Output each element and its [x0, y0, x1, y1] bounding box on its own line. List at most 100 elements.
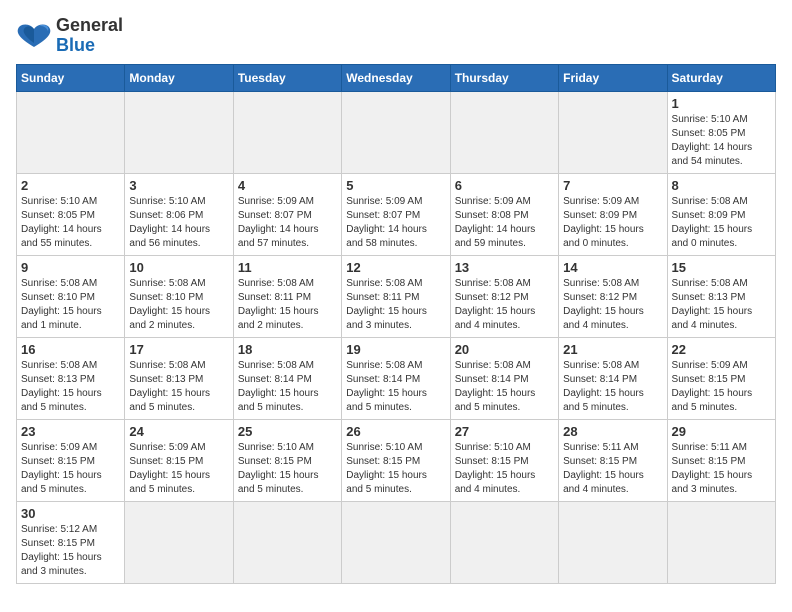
day-number: 10	[129, 260, 228, 275]
day-number: 24	[129, 424, 228, 439]
day-info: Sunrise: 5:12 AMSunset: 8:15 PMDaylight:…	[21, 523, 120, 579]
calendar-day-cell: 14 Sunrise: 5:08 AMSunset: 8:12 PMDayligh…	[559, 255, 667, 337]
day-number: 29	[672, 424, 771, 439]
calendar-header-row: SundayMondayTuesdayWednesdayThursdayFrid…	[17, 64, 776, 91]
calendar-day-cell: 24 Sunrise: 5:09 AMSunset: 8:15 PMDayligh…	[125, 419, 233, 501]
day-number: 8	[672, 178, 771, 193]
day-info: Sunrise: 5:09 AMSunset: 8:15 PMDaylight:…	[21, 441, 120, 497]
calendar-day-cell: 17Sunrise: 5:08 AMSunset: 8:13 PMDayligh…	[125, 337, 233, 419]
calendar-day-cell	[125, 501, 233, 583]
day-info: Sunrise: 5:08 AMSunset: 8:14 PMDaylight:…	[563, 359, 662, 415]
day-number: 30	[21, 506, 120, 521]
calendar-day-cell: 20Sunrise: 5:08 AMSunset: 8:14 PMDayligh…	[450, 337, 558, 419]
calendar-day-cell: 4 Sunrise: 5:09 AMSunset: 8:07 PMDaylight…	[233, 173, 341, 255]
calendar-week-row: 9Sunrise: 5:08 AMSunset: 8:10 PMDaylight…	[17, 255, 776, 337]
day-number: 6	[455, 178, 554, 193]
day-number: 27	[455, 424, 554, 439]
day-of-week-header: Friday	[559, 64, 667, 91]
calendar-day-cell: 9Sunrise: 5:08 AMSunset: 8:10 PMDaylight…	[17, 255, 125, 337]
day-info: Sunrise: 5:09 AMSunset: 8:08 PMDaylight:…	[455, 195, 554, 251]
calendar-day-cell	[342, 501, 450, 583]
calendar-day-cell: 3 Sunrise: 5:10 AMSunset: 8:06 PMDaylight…	[125, 173, 233, 255]
calendar-day-cell: 19 Sunrise: 5:08 AMSunset: 8:14 PMDayligh…	[342, 337, 450, 419]
calendar-day-cell: 21 Sunrise: 5:08 AMSunset: 8:14 PMDayligh…	[559, 337, 667, 419]
calendar-week-row: 16 Sunrise: 5:08 AMSunset: 8:13 PMDayligh…	[17, 337, 776, 419]
day-of-week-header: Thursday	[450, 64, 558, 91]
calendar-table: SundayMondayTuesdayWednesdayThursdayFrid…	[16, 64, 776, 584]
day-number: 5	[346, 178, 445, 193]
calendar-day-cell: 13Sunrise: 5:08 AMSunset: 8:12 PMDayligh…	[450, 255, 558, 337]
day-info: Sunrise: 5:08 AMSunset: 8:10 PMDaylight:…	[129, 277, 228, 333]
day-of-week-header: Saturday	[667, 64, 775, 91]
calendar-day-cell: 26 Sunrise: 5:10 AMSunset: 8:15 PMDayligh…	[342, 419, 450, 501]
day-info: Sunrise: 5:09 AMSunset: 8:15 PMDaylight:…	[672, 359, 771, 415]
day-number: 12	[346, 260, 445, 275]
day-info: Sunrise: 5:11 AMSunset: 8:15 PMDaylight:…	[672, 441, 771, 497]
day-info: Sunrise: 5:10 AMSunset: 8:05 PMDaylight:…	[21, 195, 120, 251]
day-info: Sunrise: 5:09 AMSunset: 8:15 PMDaylight:…	[129, 441, 228, 497]
calendar-day-cell: 2Sunrise: 5:10 AMSunset: 8:05 PMDaylight…	[17, 173, 125, 255]
day-info: Sunrise: 5:08 AMSunset: 8:12 PMDaylight:…	[455, 277, 554, 333]
calendar-day-cell: 16 Sunrise: 5:08 AMSunset: 8:13 PMDayligh…	[17, 337, 125, 419]
day-number: 25	[238, 424, 337, 439]
calendar-day-cell: 12 Sunrise: 5:08 AMSunset: 8:11 PMDayligh…	[342, 255, 450, 337]
logo: GeneralBlue	[16, 16, 123, 56]
day-info: Sunrise: 5:08 AMSunset: 8:09 PMDaylight:…	[672, 195, 771, 251]
day-number: 3	[129, 178, 228, 193]
calendar-day-cell: 28Sunrise: 5:11 AMSunset: 8:15 PMDayligh…	[559, 419, 667, 501]
calendar-day-cell	[17, 91, 125, 173]
calendar-day-cell: 22Sunrise: 5:09 AMSunset: 8:15 PMDayligh…	[667, 337, 775, 419]
calendar-day-cell: 27 Sunrise: 5:10 AMSunset: 8:15 PMDayligh…	[450, 419, 558, 501]
day-number: 14	[563, 260, 662, 275]
day-number: 18	[238, 342, 337, 357]
calendar-week-row: 23 Sunrise: 5:09 AMSunset: 8:15 PMDayligh…	[17, 419, 776, 501]
day-info: Sunrise: 5:10 AMSunset: 8:05 PMDaylight:…	[672, 113, 771, 169]
logo-text: GeneralBlue	[56, 16, 123, 56]
day-info: Sunrise: 5:08 AMSunset: 8:14 PMDaylight:…	[238, 359, 337, 415]
calendar-day-cell: 1 Sunrise: 5:10 AMSunset: 8:05 PMDaylight…	[667, 91, 775, 173]
day-number: 1	[672, 96, 771, 111]
day-info: Sunrise: 5:08 AMSunset: 8:13 PMDaylight:…	[672, 277, 771, 333]
day-number: 19	[346, 342, 445, 357]
day-number: 15	[672, 260, 771, 275]
day-info: Sunrise: 5:10 AMSunset: 8:15 PMDaylight:…	[455, 441, 554, 497]
day-number: 16	[21, 342, 120, 357]
calendar-day-cell	[559, 91, 667, 173]
day-info: Sunrise: 5:08 AMSunset: 8:13 PMDaylight:…	[21, 359, 120, 415]
day-number: 4	[238, 178, 337, 193]
calendar-day-cell	[233, 501, 341, 583]
calendar-day-cell: 8 Sunrise: 5:08 AMSunset: 8:09 PMDaylight…	[667, 173, 775, 255]
calendar-day-cell: 25 Sunrise: 5:10 AMSunset: 8:15 PMDayligh…	[233, 419, 341, 501]
day-info: Sunrise: 5:09 AMSunset: 8:07 PMDaylight:…	[346, 195, 445, 251]
day-info: Sunrise: 5:08 AMSunset: 8:13 PMDaylight:…	[129, 359, 228, 415]
day-number: 21	[563, 342, 662, 357]
day-of-week-header: Sunday	[17, 64, 125, 91]
day-number: 7	[563, 178, 662, 193]
day-info: Sunrise: 5:10 AMSunset: 8:15 PMDaylight:…	[346, 441, 445, 497]
day-info: Sunrise: 5:08 AMSunset: 8:10 PMDaylight:…	[21, 277, 120, 333]
day-info: Sunrise: 5:08 AMSunset: 8:11 PMDaylight:…	[346, 277, 445, 333]
calendar-week-row: 2Sunrise: 5:10 AMSunset: 8:05 PMDaylight…	[17, 173, 776, 255]
day-info: Sunrise: 5:10 AMSunset: 8:06 PMDaylight:…	[129, 195, 228, 251]
day-info: Sunrise: 5:08 AMSunset: 8:12 PMDaylight:…	[563, 277, 662, 333]
calendar-day-cell: 30 Sunrise: 5:12 AMSunset: 8:15 PMDayligh…	[17, 501, 125, 583]
day-info: Sunrise: 5:10 AMSunset: 8:15 PMDaylight:…	[238, 441, 337, 497]
day-info: Sunrise: 5:09 AMSunset: 8:07 PMDaylight:…	[238, 195, 337, 251]
calendar-day-cell: 5 Sunrise: 5:09 AMSunset: 8:07 PMDaylight…	[342, 173, 450, 255]
calendar-day-cell	[667, 501, 775, 583]
calendar-day-cell: 18 Sunrise: 5:08 AMSunset: 8:14 PMDayligh…	[233, 337, 341, 419]
calendar-day-cell: 11Sunrise: 5:08 AMSunset: 8:11 PMDayligh…	[233, 255, 341, 337]
day-info: Sunrise: 5:08 AMSunset: 8:14 PMDaylight:…	[346, 359, 445, 415]
day-info: Sunrise: 5:08 AMSunset: 8:14 PMDaylight:…	[455, 359, 554, 415]
day-number: 23	[21, 424, 120, 439]
calendar-day-cell: 29 Sunrise: 5:11 AMSunset: 8:15 PMDayligh…	[667, 419, 775, 501]
calendar-day-cell: 6 Sunrise: 5:09 AMSunset: 8:08 PMDaylight…	[450, 173, 558, 255]
calendar-week-row: 1 Sunrise: 5:10 AMSunset: 8:05 PMDaylight…	[17, 91, 776, 173]
day-number: 26	[346, 424, 445, 439]
calendar-day-cell	[450, 91, 558, 173]
calendar-day-cell: 15 Sunrise: 5:08 AMSunset: 8:13 PMDayligh…	[667, 255, 775, 337]
day-number: 28	[563, 424, 662, 439]
day-of-week-header: Monday	[125, 64, 233, 91]
day-of-week-header: Tuesday	[233, 64, 341, 91]
day-info: Sunrise: 5:08 AMSunset: 8:11 PMDaylight:…	[238, 277, 337, 333]
